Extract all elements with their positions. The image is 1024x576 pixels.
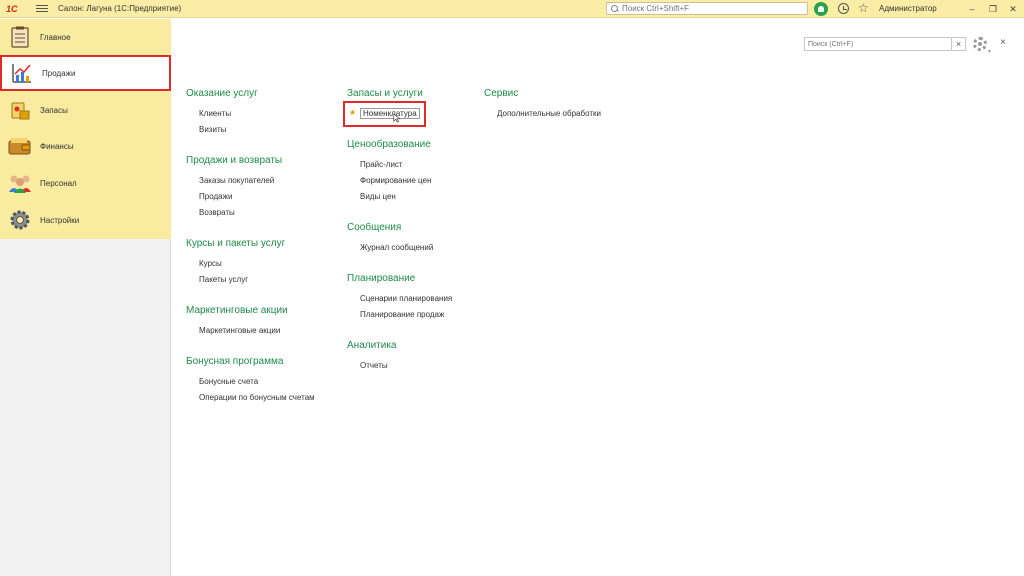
section-inventory[interactable]: Запасы: [0, 92, 171, 128]
group-title: Сервис: [484, 88, 519, 99]
section-content: × ▼ × Оказание услуг Клиенты Визиты Прод…: [172, 19, 1024, 576]
global-search-input[interactable]: [622, 4, 802, 13]
app-window: 1С Салон: Лагуна (1С:Предприятие) ☆ Адми…: [0, 0, 1024, 576]
content-search[interactable]: [804, 37, 952, 51]
checklist-icon: [8, 25, 32, 49]
link-bonus-operations[interactable]: Операции по бонусным счетам: [199, 393, 315, 402]
link-courses[interactable]: Курсы: [199, 259, 222, 268]
settings-gear-icon: [8, 208, 32, 232]
current-user[interactable]: Администратор: [879, 4, 937, 13]
group-title: Бонусная программа: [186, 356, 284, 367]
section-sales[interactable]: Продажи: [0, 55, 171, 91]
window-title: Салон: Лагуна (1С:Предприятие): [58, 4, 182, 13]
minimize-button[interactable]: –: [965, 2, 979, 16]
section-label: Продажи: [42, 68, 76, 78]
group-title: Планирование: [347, 273, 416, 284]
group-title: Маркетинговые акции: [186, 305, 288, 316]
section-label: Персонал: [40, 178, 77, 188]
link-service-packages[interactable]: Пакеты услуг: [199, 275, 248, 284]
app-logo: 1С: [6, 3, 18, 14]
section-label: Главное: [40, 32, 71, 42]
link-sales[interactable]: Продажи: [199, 192, 232, 201]
history-icon[interactable]: [838, 3, 849, 14]
main-menu-icon[interactable]: [36, 5, 48, 12]
group-title: Запасы и услуги: [347, 88, 423, 99]
content-search-input[interactable]: [808, 40, 936, 48]
chevron-down-icon[interactable]: ▼: [987, 49, 992, 55]
sections-panel-empty: [0, 239, 171, 576]
favorite-star-icon[interactable]: ★: [349, 108, 356, 117]
link-price-types[interactable]: Виды цен: [360, 192, 396, 201]
people-icon: [8, 171, 32, 195]
group-title: Сообщения: [347, 222, 402, 233]
link-price-formation[interactable]: Формирование цен: [360, 176, 431, 185]
global-search[interactable]: [606, 2, 808, 15]
link-visits[interactable]: Визиты: [199, 125, 226, 134]
wallet-icon: [8, 134, 32, 158]
mouse-cursor-icon: [393, 113, 401, 123]
link-reports[interactable]: Отчеты: [360, 361, 388, 370]
favorites-star-icon[interactable]: ☆: [858, 1, 869, 15]
inventory-icon: [8, 98, 32, 122]
link-bonus-accounts[interactable]: Бонусные счета: [199, 377, 258, 386]
group-title: Продажи и возвраты: [186, 155, 283, 166]
search-clear-button[interactable]: ×: [952, 37, 966, 51]
section-label: Настройки: [40, 215, 80, 225]
link-clients[interactable]: Клиенты: [199, 109, 231, 118]
link-additional-processing[interactable]: Дополнительные обработки: [497, 109, 601, 118]
group-title: Курсы и пакеты услуг: [186, 238, 286, 249]
link-nomenclature[interactable]: Номенклатура: [360, 108, 420, 119]
sales-chart-icon: [10, 61, 34, 85]
section-finance[interactable]: Финансы: [0, 128, 171, 164]
search-icon: [611, 4, 619, 13]
gear-icon[interactable]: [973, 37, 987, 51]
link-message-log[interactable]: Журнал сообщений: [360, 243, 433, 252]
group-title: Аналитика: [347, 340, 397, 351]
group-title: Ценообразование: [347, 139, 431, 150]
close-window-button[interactable]: ✕: [1006, 2, 1020, 16]
notifications-bell-icon[interactable]: [814, 2, 828, 16]
section-label: Запасы: [40, 105, 68, 115]
group-title: Оказание услуг: [186, 88, 258, 99]
section-main[interactable]: Главное: [0, 19, 171, 55]
section-label: Финансы: [40, 141, 74, 151]
link-marketing-promotions[interactable]: Маркетинговые акции: [199, 326, 280, 335]
link-customer-orders[interactable]: Заказы покупателей: [199, 176, 274, 185]
link-price-list[interactable]: Прайс-лист: [360, 160, 403, 169]
link-returns[interactable]: Возвраты: [199, 208, 235, 217]
link-planning-scenarios[interactable]: Сценарии планирования: [360, 294, 452, 303]
close-icon[interactable]: ×: [1000, 37, 1006, 48]
link-sales-planning[interactable]: Планирование продаж: [360, 310, 444, 319]
section-staff[interactable]: Персонал: [0, 165, 171, 201]
title-bar: 1С Салон: Лагуна (1С:Предприятие) ☆ Адми…: [0, 0, 1024, 18]
section-settings[interactable]: Настройки: [0, 202, 171, 238]
sections-panel: Главное Продажи Запасы Финансы Персонал: [0, 19, 171, 239]
restore-button[interactable]: ❐: [986, 2, 1000, 16]
